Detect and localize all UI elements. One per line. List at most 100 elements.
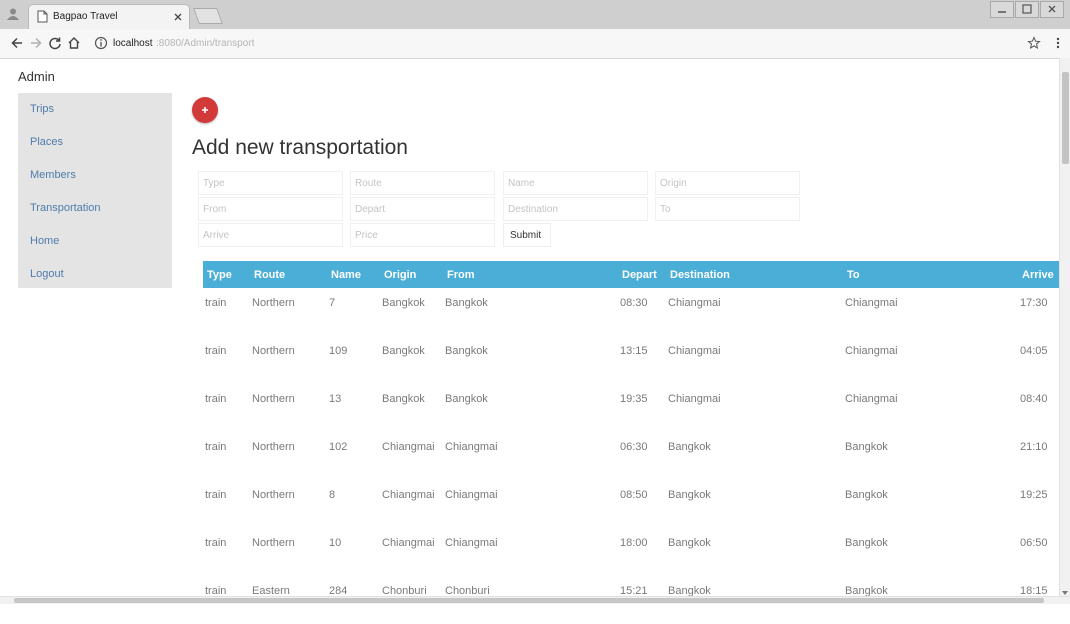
cell-origin: Chiangmai	[382, 441, 435, 453]
origin-input[interactable]	[655, 171, 800, 195]
table-header-row: Type Route Name Origin From Depart Desti…	[203, 261, 1060, 288]
route-input[interactable]	[350, 171, 495, 195]
cell-from: Bangkok	[445, 345, 488, 357]
menu-icon[interactable]	[1051, 36, 1065, 50]
header-arrive[interactable]: Arrive	[1018, 261, 1060, 288]
horizontal-scrollbar[interactable]	[0, 596, 1070, 604]
maximize-icon[interactable]	[1015, 1, 1039, 18]
header-destination[interactable]: Destination	[666, 261, 843, 288]
cell-arrive: 08:40	[1020, 393, 1048, 405]
table-row: train Northern 102 Chiangmai Chiangmai 06:30 B…	[203, 432, 1060, 480]
cell-name: 10	[329, 537, 342, 549]
header-route[interactable]: Route	[250, 261, 327, 288]
cell-name: 102	[329, 441, 348, 453]
cell-depart: 06:30	[620, 441, 648, 453]
header-type[interactable]: Type	[203, 261, 250, 288]
cell-to: Bangkok	[845, 441, 888, 453]
cell-route: Northern	[252, 393, 295, 405]
horizontal-scrollbar-thumb[interactable]	[14, 598, 1044, 603]
header-depart[interactable]: Depart	[618, 261, 666, 288]
to-input[interactable]	[655, 197, 800, 221]
vertical-scrollbar[interactable]	[1059, 58, 1070, 596]
cell-route: Northern	[252, 345, 295, 357]
cell-origin: Bangkok	[382, 345, 425, 357]
cell-destination: Chiangmai	[668, 393, 721, 405]
price-input[interactable]	[350, 223, 495, 247]
reload-icon[interactable]	[48, 36, 62, 50]
tab-title: Bagpao Travel	[53, 11, 118, 22]
cell-depart: 08:50	[620, 489, 648, 501]
url-path[interactable]: :8080/Admin/transport	[156, 38, 254, 49]
header-from[interactable]: From	[443, 261, 618, 288]
cell-route: Northern	[252, 537, 295, 549]
address-bar: localhost :8080/Admin/transport	[0, 29, 1070, 59]
info-icon[interactable]	[94, 36, 108, 50]
sidebar-item-places[interactable]: Places	[30, 126, 63, 159]
tab-close-icon[interactable]	[171, 10, 185, 24]
header-to[interactable]: To	[843, 261, 1018, 288]
cell-from: Chiangmai	[445, 489, 498, 501]
cell-type: train	[205, 393, 227, 405]
cell-from: Bangkok	[445, 297, 488, 309]
sidebar-item-trips[interactable]: Trips	[30, 93, 54, 126]
type-input[interactable]	[198, 171, 343, 195]
cell-type: train	[205, 345, 227, 357]
cell-destination: Chiangmai	[668, 345, 721, 357]
sidebar: Trips Places Members Transportation Home…	[18, 93, 172, 288]
cell-arrive: 21:10	[1020, 441, 1048, 453]
cell-arrive: 17:30	[1020, 297, 1048, 309]
cell-name: 13	[329, 393, 342, 405]
cell-arrive: 06:50	[1020, 537, 1048, 549]
cell-name: 8	[329, 489, 336, 501]
cell-to: Bangkok	[845, 489, 888, 501]
table-body: train Northern 7 Bangkok Bangkok 08:30 Chiangm…	[203, 288, 1060, 624]
page-title: Add new transportation	[192, 136, 408, 159]
star-icon[interactable]	[1027, 36, 1041, 50]
cell-name: 109	[329, 345, 348, 357]
scroll-down-arrow-icon[interactable]	[1061, 584, 1069, 595]
vertical-scrollbar-thumb[interactable]	[1062, 72, 1069, 164]
cell-depart: 13:15	[620, 345, 648, 357]
cell-origin: Bangkok	[382, 297, 425, 309]
forward-arrow-icon[interactable]	[29, 36, 43, 50]
submit-button[interactable]: Submit	[503, 223, 551, 247]
home-icon[interactable]	[67, 36, 81, 50]
cell-arrive: 04:05	[1020, 345, 1048, 357]
sidebar-item-home[interactable]: Home	[30, 225, 59, 258]
cell-type: train	[205, 441, 227, 453]
profile-icon[interactable]	[6, 7, 20, 26]
cell-route: Northern	[252, 489, 295, 501]
cell-destination: Chiangmai	[668, 297, 721, 309]
sidebar-item-logout[interactable]: Logout	[30, 258, 64, 291]
cell-to: Bangkok	[845, 537, 888, 549]
cell-origin: Chiangmai	[382, 489, 435, 501]
add-icon	[202, 107, 208, 113]
transport-table: Type Route Name Origin From Depart Desti…	[203, 261, 1060, 624]
window-close-icon[interactable]	[1040, 1, 1064, 18]
new-tab-button[interactable]	[193, 8, 223, 24]
destination-input[interactable]	[503, 197, 648, 221]
table-row: train Northern 10 Chiangmai Chiangmai 18:00 Ba…	[203, 528, 1060, 576]
arrive-input[interactable]	[198, 223, 343, 247]
sidebar-item-members[interactable]: Members	[30, 159, 76, 192]
table-row: train Northern 109 Bangkok Bangkok 13:15 Chian…	[203, 336, 1060, 384]
cell-from: Chiangmai	[445, 537, 498, 549]
from-input[interactable]	[198, 197, 343, 221]
header-origin[interactable]: Origin	[380, 261, 443, 288]
minimize-icon[interactable]	[990, 1, 1014, 18]
table-row: train Northern 8 Chiangmai Chiangmai 08:50 Ban…	[203, 480, 1060, 528]
sidebar-item-transportation[interactable]: Transportation	[30, 192, 101, 225]
table-row: train Northern 13 Bangkok Bangkok 19:35 Chiang…	[203, 384, 1060, 432]
cell-depart: 08:30	[620, 297, 648, 309]
browser-tab[interactable]: Bagpao Travel	[28, 4, 190, 29]
name-input[interactable]	[503, 171, 648, 195]
cell-destination: Bangkok	[668, 537, 711, 549]
back-arrow-icon[interactable]	[10, 36, 24, 50]
header-name[interactable]: Name	[327, 261, 380, 288]
add-button[interactable]	[192, 97, 218, 123]
admin-label: Admin	[18, 69, 55, 84]
page-icon	[37, 10, 48, 28]
url-host[interactable]: localhost	[113, 38, 152, 49]
cell-origin: Bangkok	[382, 393, 425, 405]
depart-input[interactable]	[350, 197, 495, 221]
